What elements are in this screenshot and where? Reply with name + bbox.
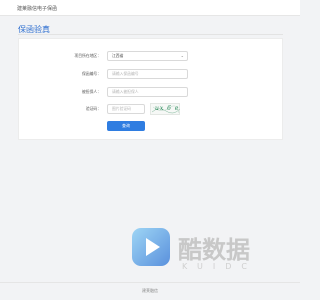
captcha-label: 验证码： — [85, 106, 101, 111]
title-divider — [18, 34, 283, 35]
guarantee-no-label: 保函编号： — [82, 71, 101, 76]
region-selected-value: 江西省 — [112, 53, 124, 58]
footer-divider — [0, 282, 300, 283]
watermark-logo: 酷数据 KUIDC — [130, 226, 270, 276]
region-label: 项目所在地区： — [74, 53, 101, 58]
captcha-text: ux 6 e — [155, 105, 180, 112]
applicant-input[interactable]: 请输入被担保人 — [107, 87, 188, 97]
applicant-row: 被担保人： 请输入被担保人 — [19, 87, 282, 97]
applicant-label: 被担保人： — [82, 89, 101, 94]
captcha-row: 验证码： 图片验证码 ux 6 e — [19, 103, 282, 115]
footer: 建莱融信 — [0, 282, 300, 300]
watermark-brand: 酷数据 — [178, 236, 250, 264]
captcha-input[interactable]: 图片验证码 — [107, 104, 145, 114]
chevron-down-icon: ⌄ — [180, 53, 184, 58]
guarantee-no-input[interactable]: 请输入保函编号 — [107, 69, 188, 79]
play-logo-icon — [132, 228, 170, 266]
app-brand: 建莱融信电子保函 — [17, 6, 58, 12]
footer-text: 建莱融信 — [142, 288, 158, 293]
region-row: 项目所在地区： 江西省 ⌄ — [19, 51, 282, 61]
captcha-image[interactable]: ux 6 e — [150, 103, 181, 115]
guarantee-no-row: 保函编号： 请输入保函编号 — [19, 69, 282, 79]
query-button[interactable]: 查询 — [107, 121, 145, 131]
watermark-sub: KUIDC — [182, 262, 257, 271]
region-select[interactable]: 江西省 ⌄ — [107, 51, 188, 61]
verification-form-card: 项目所在地区： 江西省 ⌄ 保函编号： 请输入保函编号 被担保人： 请输入被担保… — [18, 38, 283, 140]
top-bar: 建莱融信电子保函 — [0, 0, 300, 16]
